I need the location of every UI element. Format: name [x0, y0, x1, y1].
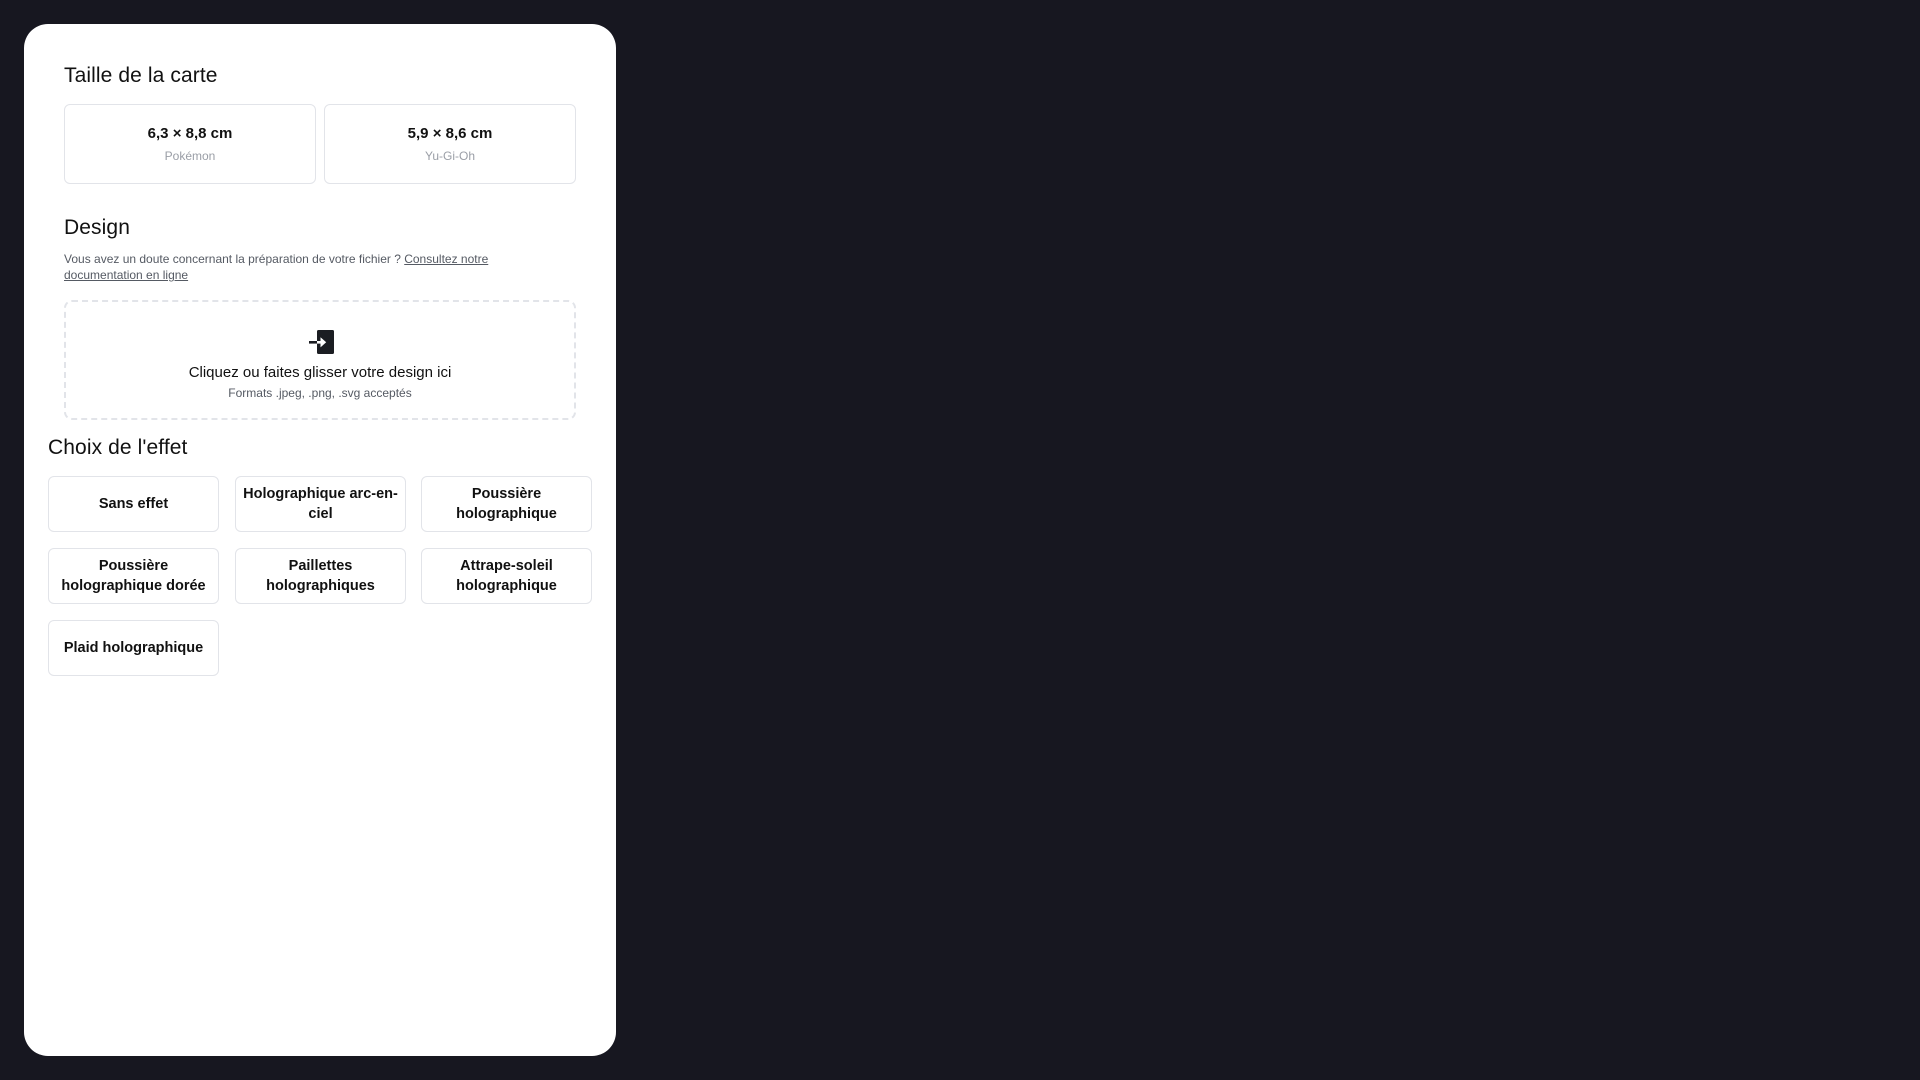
- effect-option-holographique-arc-en-ciel[interactable]: Holographique arc-en-ciel: [235, 476, 406, 532]
- size-option-dimensions: 6,3 × 8,8 cm: [147, 125, 233, 142]
- dropzone-formats-text: Formats .jpeg, .png, .svg acceptés: [228, 386, 412, 400]
- design-dropzone[interactable]: Cliquez ou faites glisser votre design i…: [64, 300, 576, 420]
- size-option-yugioh[interactable]: 5,9 × 8,6 cm Yu-Gi-Oh: [324, 104, 576, 184]
- size-option-brand: Pokémon: [164, 149, 216, 163]
- size-option-dimensions: 5,9 × 8,6 cm: [407, 125, 493, 142]
- effect-title: Choix de l'effet: [48, 436, 188, 459]
- size-option-pokemon[interactable]: 6,3 × 8,8 cm Pokémon: [64, 104, 316, 184]
- design-hint-text: Vous avez un doute concernant la prépara…: [64, 252, 405, 266]
- effect-option-poussiere-holographique[interactable]: Poussière holographique: [421, 476, 592, 532]
- dropzone-main-text: Cliquez ou faites glisser votre design i…: [188, 364, 452, 381]
- effect-option-attrape-soleil-holographique[interactable]: Attrape-soleil holographique: [421, 548, 592, 604]
- card-size-title: Taille de la carte: [64, 64, 218, 87]
- effect-option-poussiere-holographique-doree[interactable]: Poussière holographique dorée: [48, 548, 219, 604]
- design-title: Design: [64, 216, 130, 239]
- configurator-panel: Taille de la carte 6,3 × 8,8 cm Pokémon …: [24, 24, 616, 1056]
- effect-option-paillettes-holographiques[interactable]: Paillettes holographiques: [235, 548, 406, 604]
- upload-icon: [309, 330, 334, 354]
- size-option-brand: Yu-Gi-Oh: [424, 149, 475, 163]
- effect-option-plaid-holographique[interactable]: Plaid holographique: [48, 620, 219, 676]
- effect-option-sans-effet[interactable]: Sans effet: [48, 476, 219, 532]
- design-hint: Vous avez un doute concernant la prépara…: [64, 251, 534, 283]
